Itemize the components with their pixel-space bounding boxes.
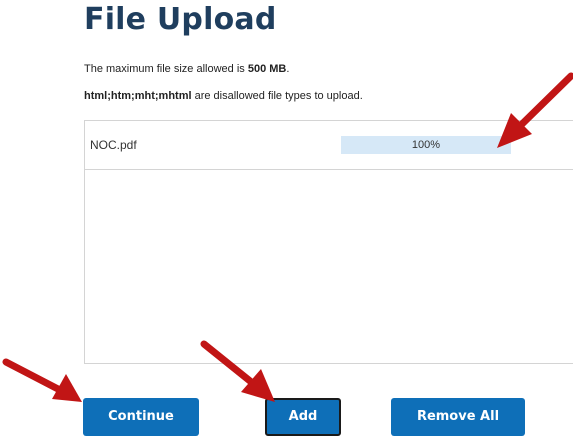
max-file-size-note: The maximum file size allowed is 500 MB. — [84, 63, 289, 75]
arrow-icon — [2, 358, 82, 402]
disallowed-types-list: html;htm;mht;mhtml — [84, 90, 192, 102]
file-row: NOC.pdf 100% — [85, 121, 573, 170]
disallowed-types-note: html;htm;mht;mhtml are disallowed file t… — [84, 90, 363, 102]
max-size-suffix: . — [286, 63, 290, 75]
upload-progress-label: 100% — [411, 139, 441, 151]
upload-progress-bar: 100% — [341, 136, 511, 154]
page-title: File Upload — [84, 2, 277, 37]
add-button[interactable]: Add — [265, 398, 341, 436]
file-list-panel: NOC.pdf 100% — [84, 120, 573, 364]
disallowed-types-suffix: are disallowed file types to upload. — [191, 90, 363, 102]
max-size-value: 500 MB — [247, 63, 287, 75]
remove-all-button[interactable]: Remove All — [391, 398, 525, 436]
max-size-prefix: The maximum file size allowed is — [84, 63, 248, 75]
continue-button[interactable]: Continue — [83, 398, 199, 436]
file-name: NOC.pdf — [90, 138, 137, 152]
